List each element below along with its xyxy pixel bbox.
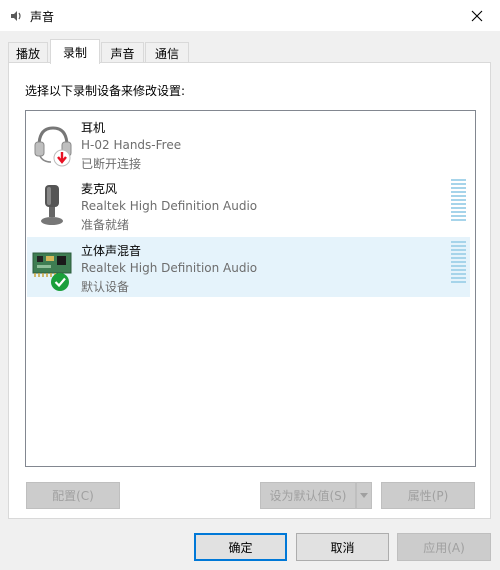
device-item-microphone[interactable]: 麦克风 Realtek High Definition Audio 准备就绪 [27,175,470,235]
tab-label: 通信 [154,46,179,61]
tab-recording[interactable]: 录制 [50,39,100,64]
device-description: H-02 Hands-Free [81,138,182,152]
title-bar: 声音 [0,0,500,31]
device-item-stereo-mix[interactable]: 立体声混音 Realtek High Definition Audio 默认设备 [27,237,470,297]
tab-sounds[interactable]: 声音 [101,42,144,63]
ok-button[interactable]: 确定 [194,533,287,561]
configure-button[interactable]: 配置(C) [26,482,120,509]
tab-playback[interactable]: 播放 [8,42,48,63]
level-meter [451,241,466,283]
sound-card-default-icon [32,252,72,291]
device-status: 默认设备 [81,280,130,294]
properties-button[interactable]: 属性(P) [381,482,475,509]
chevron-down-icon [360,493,368,498]
recording-panel: 选择以下录制设备来修改设置: 耳机 H-02 Hands-Free 已断开连接 [8,62,491,519]
instruction-text: 选择以下录制设备来修改设置: [25,84,186,98]
level-meter [451,179,466,221]
device-name: 耳机 [81,121,106,135]
tab-communications[interactable]: 通信 [145,42,189,63]
tab-label: 录制 [62,45,87,60]
device-list[interactable]: 耳机 H-02 Hands-Free 已断开连接 麦克风 Realtek Hig… [25,110,476,467]
window-title: 声音 [30,10,55,24]
device-description: Realtek High Definition Audio [81,199,258,213]
device-status: 准备就绪 [81,218,130,232]
set-default-dropdown[interactable] [356,482,372,509]
device-item-headset[interactable]: 耳机 H-02 Hands-Free 已断开连接 [27,114,470,174]
headset-disconnected-icon [34,126,72,167]
device-description: Realtek High Definition Audio [81,261,258,275]
tab-label: 声音 [110,46,135,61]
speaker-app-icon [11,11,21,21]
device-status: 已断开连接 [81,157,142,171]
sound-dialog: 声音 播放 录制 声音 通信 选择以下录制设备来修改设置: 耳机 H-02 Ha… [0,0,500,570]
device-name: 麦克风 [81,182,118,196]
tab-label: 播放 [15,46,40,61]
microphone-icon [41,185,63,225]
close-icon [471,10,483,21]
set-default-button[interactable]: 设为默认值(S) [260,482,356,509]
apply-button[interactable]: 应用(A) [397,533,491,561]
cancel-button[interactable]: 取消 [296,533,389,561]
device-name: 立体声混音 [81,244,142,258]
close-button[interactable] [454,0,500,31]
